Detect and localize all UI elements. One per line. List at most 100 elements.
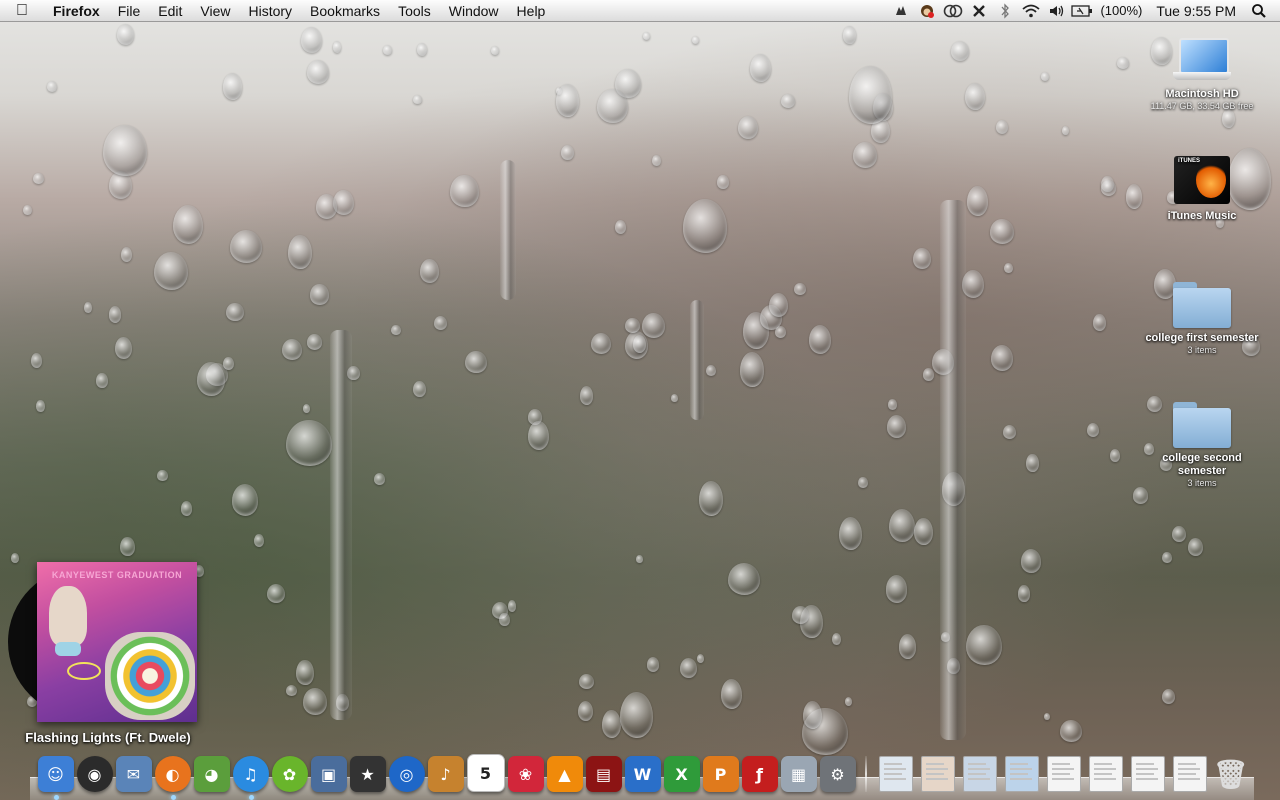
dock-photo-booth[interactable]: ▤ [585,756,622,792]
dock-vlc[interactable]: ▲ [546,756,583,792]
raindrop [464,350,487,374]
raindrop [579,385,594,405]
menu-window[interactable]: Window [440,0,508,22]
raindrop [1172,525,1187,543]
raindrop [849,65,892,124]
dock-itunes[interactable]: ♫ [232,756,269,800]
dock-firefox[interactable]: ◐ [154,756,191,800]
menu-history[interactable]: History [239,0,301,22]
dock-word[interactable]: W [624,756,661,792]
raindrop [231,484,259,517]
wifi-icon[interactable] [1018,0,1044,22]
flash-icon: ƒ [756,764,763,784]
raindrop [990,219,1014,244]
raindrop [1040,72,1050,81]
menu-help[interactable]: Help [508,0,555,22]
dock-flash[interactable]: ƒ [741,756,778,792]
raindrop [832,632,841,645]
dock-downloads-stack-icon[interactable] [1005,756,1039,792]
dock-doc-1-icon[interactable] [1047,756,1081,792]
bluetooth-icon[interactable] [992,0,1018,22]
dock-finder[interactable]: ☺ [37,756,74,800]
raindrop [282,339,302,361]
battery-percentage[interactable]: (100%) [1094,0,1148,22]
raindrop [1100,180,1117,197]
raindrop [1044,713,1051,721]
raindrop [1092,313,1106,332]
menu-bookmarks[interactable]: Bookmarks [301,0,389,22]
running-indicator [53,795,59,800]
apple-menu-icon[interactable]:  [0,2,44,20]
dock-preview[interactable]: ▦ [780,756,817,792]
raindrop [780,93,796,109]
growl-icon[interactable] [888,0,914,22]
raindrop [1162,688,1176,704]
battery-icon[interactable] [1070,0,1094,22]
dock-iphoto[interactable]: ▣ [310,756,347,792]
raindrop [555,84,579,117]
dock-trash[interactable]: 🗑 [1213,756,1249,792]
raindrop [499,612,510,627]
raindrop [307,59,330,85]
excel-icon: X [675,764,688,784]
dock-adium[interactable]: ◕ [193,756,230,792]
dock-pictures-stack-icon[interactable] [921,756,955,792]
raindrop [844,696,853,706]
menu-bar:  Firefox FileEditViewHistoryBookmarksTo… [0,0,1280,22]
desktop-icon-macintosh-hd[interactable]: Macintosh HD 111.47 GB, 33.54 GB free [1137,38,1267,112]
raindrop [950,41,969,62]
dock-doc-2-icon[interactable] [1089,756,1123,792]
sync-icon[interactable] [940,0,966,22]
volume-icon[interactable] [1044,0,1070,22]
menu-view[interactable]: View [191,0,239,22]
iphoto-icon: ▣ [320,764,337,784]
dock-excel[interactable]: X [663,756,700,792]
tools-icon[interactable] [966,0,992,22]
desktop-icon-sublabel: 3 items [1187,345,1217,355]
raindrop [852,142,877,168]
raindrop [1162,551,1172,563]
app-menu[interactable]: Firefox [44,0,109,22]
desktop-icon-college-second-semester[interactable]: college second semester 3 items [1137,400,1267,489]
raindrop [706,365,717,377]
menu-file[interactable]: File [109,0,150,22]
dock-ical[interactable]: 5 [466,754,505,792]
dock-dvd-player[interactable]: ◎ [388,756,425,792]
raindrop [102,124,147,177]
raindrop [391,325,402,336]
raindrop [30,353,42,369]
dock-dashboard[interactable]: ◉ [76,756,113,792]
raindrop [47,81,58,93]
menu-clock[interactable]: Tue 9:55 PM [1148,0,1246,22]
dock-garageband[interactable]: ♪ [427,756,464,792]
menu-tools[interactable]: Tools [389,0,440,22]
dock-powerpoint[interactable]: P [702,756,739,792]
vlc-icon: ▲ [558,764,571,784]
desktop-icon-itunes-music[interactable]: iTUNES iTunes Music [1137,150,1267,223]
raindrop [420,258,440,284]
menu-edit[interactable]: Edit [149,0,191,22]
itunes-icon: ♫ [243,764,258,784]
raindrop [889,509,916,543]
dock-flower-photo[interactable]: ❀ [507,756,544,792]
dock-doc-3-icon[interactable] [1131,756,1165,792]
spotlight-search-icon[interactable] [1246,0,1272,22]
dock-doc-4-icon[interactable] [1173,756,1207,792]
dock-mail[interactable]: ✉ [115,756,152,792]
dock-coconut[interactable]: ✿ [271,756,308,792]
desktop-icon-college-first-semester[interactable]: college first semester 3 items [1137,280,1267,356]
running-indicator [170,795,176,800]
dock-imovie[interactable]: ★ [349,756,386,792]
raindrop [990,345,1013,372]
itunes-folder-icon: iTUNES [1172,150,1232,206]
raindrop [692,35,699,44]
dock-documents-stack-icon[interactable] [879,756,913,792]
raindrop [157,469,168,481]
raindrop [310,284,329,305]
now-playing-widget[interactable]: KANYEWEST GRADUATION Flashing Lights (Ft… [8,562,208,752]
dock-system-preferences[interactable]: ⚙ [819,756,856,792]
dock-movies-stack-icon[interactable] [963,756,997,792]
raindrop [23,205,32,216]
raindrop [614,219,626,234]
monkey-icon[interactable] [914,0,940,22]
